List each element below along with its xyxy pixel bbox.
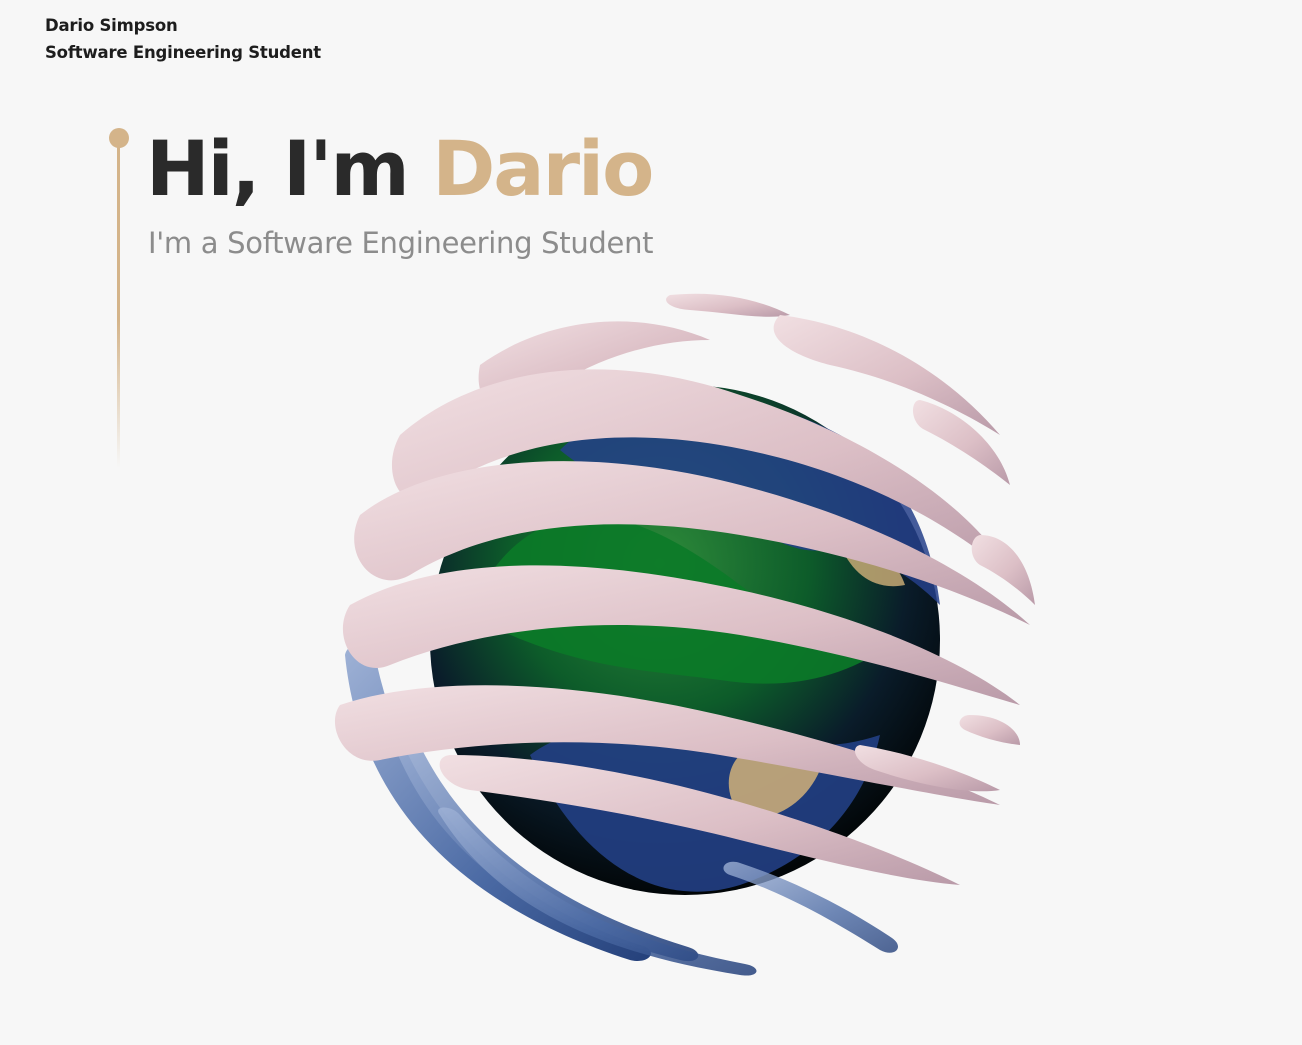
globe-scene[interactable] [320,285,1050,1005]
hero-title: Hi, I'm Dario [146,124,654,214]
accent-dot [109,128,129,148]
brand[interactable]: Dario Simpson Software Engineering Stude… [45,12,321,66]
page: Dario Simpson Software Engineering Stude… [0,0,1302,1045]
brand-role: Software Engineering Student [45,43,321,62]
hero-name-highlight: Dario [432,124,654,213]
globe-icon [334,293,1035,976]
brand-name: Dario Simpson [45,16,178,35]
accent-line [117,138,120,468]
hero-subtitle: I'm a Software Engineering Student [148,226,654,260]
hero-greeting: Hi, I'm [146,124,410,213]
